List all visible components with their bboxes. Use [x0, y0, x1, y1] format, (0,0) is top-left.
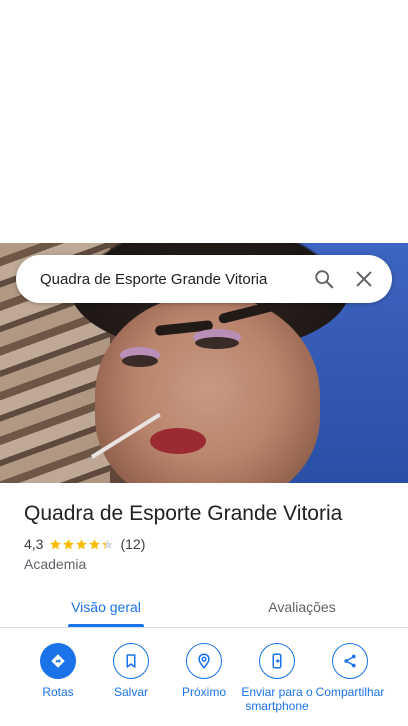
star-icon: [89, 538, 101, 549]
tab-overview[interactable]: Visão geral: [68, 586, 144, 627]
directions-button[interactable]: Rotas: [20, 643, 96, 699]
nearby-icon: [186, 643, 222, 679]
place-category[interactable]: Academia: [24, 556, 86, 572]
tab-bar: Visão geral Avaliações: [0, 586, 408, 628]
action-buttons: Rotas Salvar Próximo Enviar para o smart…: [0, 643, 408, 726]
share-button[interactable]: Compartilhar: [312, 643, 388, 699]
star-icon: [102, 538, 114, 549]
search-bar[interactable]: Quadra de Esporte Grande Vitoria: [16, 255, 392, 303]
tab-reviews[interactable]: Avaliações: [260, 586, 344, 627]
share-label: Compartilhar: [315, 685, 385, 699]
rating-row[interactable]: 4,3 (12): [24, 536, 145, 552]
star-icon: [50, 538, 62, 549]
nearby-label: Próximo: [181, 685, 226, 699]
photo-lips: [150, 428, 206, 454]
send-to-phone-icon: [259, 643, 295, 679]
bookmark-icon: [113, 643, 149, 679]
search-icon[interactable]: [304, 255, 344, 303]
tab-selected-indicator: [68, 624, 144, 627]
share-icon: [332, 643, 368, 679]
send-to-phone-button[interactable]: Enviar para o smartphone: [239, 643, 315, 713]
directions-label: Rotas: [42, 685, 74, 699]
send-to-phone-label: Enviar para o smartphone: [241, 685, 313, 713]
photo-eye-left: [122, 355, 158, 367]
place-title: Quadra de Esporte Grande Vitoria: [24, 502, 343, 525]
close-icon[interactable]: [344, 255, 384, 303]
save-button[interactable]: Salvar: [93, 643, 169, 699]
rating-value: 4,3: [24, 536, 44, 552]
directions-icon: [40, 643, 76, 679]
rating-stars: [49, 538, 114, 551]
review-count[interactable]: (12): [120, 536, 145, 552]
save-label: Salvar: [113, 685, 148, 699]
search-input[interactable]: Quadra de Esporte Grande Vitoria: [40, 271, 304, 288]
map-area-blank: [0, 0, 408, 243]
photo-eye-right: [195, 337, 239, 349]
nearby-button[interactable]: Próximo: [166, 643, 242, 699]
star-icon: [76, 538, 88, 549]
star-icon: [63, 538, 75, 549]
